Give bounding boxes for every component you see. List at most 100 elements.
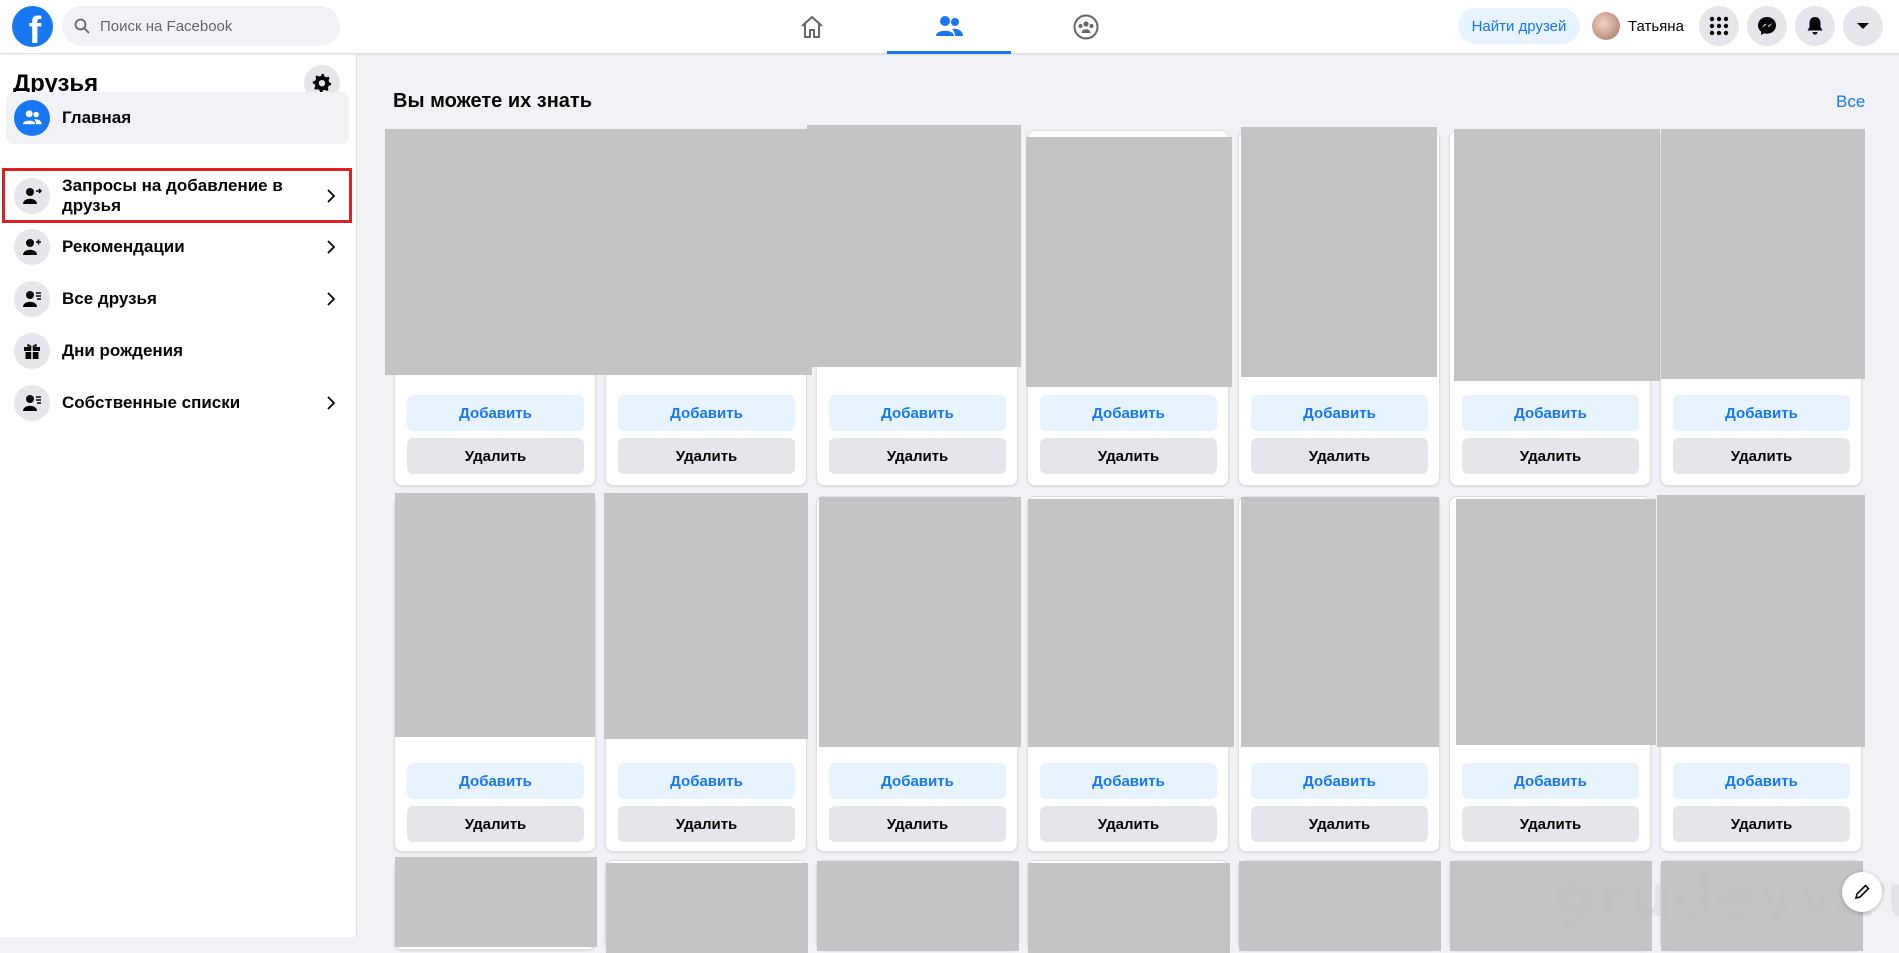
add-friend-button[interactable]: Добавить — [618, 763, 795, 799]
remove-suggestion-button[interactable]: Удалить — [1251, 806, 1428, 842]
profile-photo[interactable] — [1028, 499, 1234, 747]
friend-suggestion-card[interactable]: Добавить Удалить — [385, 129, 603, 486]
remove-suggestion-button[interactable]: Удалить — [1462, 438, 1639, 474]
profile-photo[interactable] — [606, 863, 808, 953]
profile-photo[interactable] — [819, 497, 1021, 747]
sidebar-item-all-friends[interactable]: Все друзья — [6, 273, 349, 325]
profile-photo[interactable] — [817, 861, 1019, 951]
sidebar-item-suggestions[interactable]: Рекомендации — [6, 221, 349, 273]
menu-grid-icon — [1709, 16, 1729, 36]
profile-photo[interactable] — [1661, 129, 1865, 379]
add-friend-button[interactable]: Добавить — [1251, 395, 1428, 431]
sidebar-item-custom-lists[interactable]: Собственные списки — [6, 377, 349, 429]
profile-photo[interactable] — [1239, 861, 1441, 951]
friend-suggestion-card[interactable]: Добавить Удалить — [1238, 496, 1440, 852]
section-title: Вы можете их знать — [393, 90, 593, 112]
sidebar-item-label: Рекомендации — [62, 237, 185, 256]
add-friend-button[interactable]: Добавить — [1040, 395, 1217, 431]
friend-suggestion-card[interactable]: Добавить Удалить — [602, 129, 812, 486]
add-friend-button[interactable]: Добавить — [407, 763, 584, 799]
tab-groups[interactable] — [1024, 0, 1148, 54]
profile-photo[interactable] — [1241, 127, 1437, 377]
menu-button[interactable] — [1699, 6, 1739, 46]
remove-suggestion-button[interactable]: Удалить — [1673, 438, 1850, 474]
add-friend-button[interactable]: Добавить — [1462, 395, 1639, 431]
remove-suggestion-button[interactable]: Удалить — [829, 438, 1006, 474]
profile-photo[interactable] — [1241, 497, 1439, 747]
chevron-right-icon — [321, 393, 341, 413]
profile-photo[interactable] — [807, 125, 1021, 367]
remove-suggestion-button[interactable]: Удалить — [407, 438, 584, 474]
facebook-logo[interactable]: f — [12, 6, 53, 47]
friend-suggestion-card[interactable]: Добавить Удалить — [1657, 495, 1865, 852]
friend-suggestion-card[interactable]: Добавить Удалить — [1027, 496, 1234, 852]
messenger-button[interactable] — [1747, 6, 1787, 46]
remove-suggestion-button[interactable]: Удалить — [1040, 806, 1217, 842]
remove-suggestion-button[interactable]: Удалить — [1462, 806, 1639, 842]
messenger-icon — [1758, 17, 1776, 35]
find-friends-button[interactable]: Найти друзей — [1458, 8, 1580, 44]
profile-photo[interactable] — [1454, 129, 1660, 381]
profile-photo[interactable] — [604, 493, 808, 739]
tab-home[interactable] — [750, 0, 874, 54]
chevron-right-icon — [321, 237, 341, 257]
friend-suggestion-card[interactable]: Добавить Удалить — [604, 493, 808, 852]
remove-suggestion-button[interactable]: Удалить — [829, 806, 1006, 842]
profile-shortcut[interactable]: Татьяна — [1586, 8, 1690, 44]
user-list-icon — [14, 281, 50, 317]
add-friend-button[interactable]: Добавить — [829, 763, 1006, 799]
friends-icon — [14, 100, 50, 136]
profile-photo[interactable] — [385, 129, 603, 375]
left-sidebar: Друзья Главная Запросы на добавление в д… — [0, 54, 357, 937]
search-input[interactable] — [98, 16, 318, 36]
add-friend-button[interactable]: Добавить — [618, 395, 795, 431]
remove-suggestion-button[interactable]: Удалить — [407, 806, 584, 842]
profile-photo[interactable] — [1657, 495, 1865, 747]
friend-suggestion-card[interactable]: Добавить Удалить — [1238, 127, 1440, 486]
search-box[interactable] — [62, 6, 340, 46]
add-friend-button[interactable]: Добавить — [407, 395, 584, 431]
notifications-button[interactable] — [1795, 6, 1835, 46]
profile-photo[interactable] — [602, 129, 812, 375]
sidebar-item-birthdays[interactable]: Дни рождения — [6, 325, 349, 377]
remove-suggestion-button[interactable]: Удалить — [618, 438, 795, 474]
sidebar-item-home[interactable]: Главная — [6, 92, 349, 144]
user-list-icon — [14, 385, 50, 421]
profile-photo[interactable] — [1028, 863, 1230, 953]
search-icon — [74, 18, 90, 34]
friend-suggestion-card[interactable]: Добавить Удалить — [1449, 129, 1660, 486]
add-friend-button[interactable]: Добавить — [1462, 763, 1639, 799]
add-friend-button[interactable]: Добавить — [1673, 395, 1850, 431]
friend-suggestion-card[interactable]: Добавить Удалить — [1449, 496, 1656, 852]
friend-suggestion-card[interactable]: Добавить Удалить — [816, 496, 1021, 852]
friend-suggestion-card[interactable]: Добавить Удалить — [1026, 130, 1232, 486]
remove-suggestion-button[interactable]: Удалить — [1673, 806, 1850, 842]
caret-down-icon — [1857, 23, 1869, 29]
new-message-button[interactable] — [1842, 872, 1882, 912]
profile-photo[interactable] — [395, 857, 597, 947]
home-icon — [801, 16, 823, 38]
sidebar-item-friend-requests[interactable]: Запросы на добавление в друзья — [6, 171, 349, 221]
remove-suggestion-button[interactable]: Удалить — [618, 806, 795, 842]
friend-suggestion-card[interactable]: Добавить Удалить — [1660, 129, 1865, 486]
friend-suggestion-card[interactable]: Добавить Удалить — [394, 493, 596, 852]
edit-icon — [1854, 884, 1870, 900]
user-plus-icon — [14, 229, 50, 265]
remove-suggestion-button[interactable]: Удалить — [1040, 438, 1217, 474]
add-friend-button[interactable]: Добавить — [1673, 763, 1850, 799]
see-all-link[interactable]: Все — [1836, 92, 1865, 112]
top-navigation-bar: f Найти друзей Татьяна — [0, 0, 1899, 54]
remove-suggestion-button[interactable]: Удалить — [1251, 438, 1428, 474]
account-button[interactable] — [1843, 6, 1883, 46]
avatar — [1592, 12, 1620, 40]
user-name: Татьяна — [1628, 17, 1684, 35]
add-friend-button[interactable]: Добавить — [829, 395, 1006, 431]
friend-suggestion-card[interactable]: Добавить Удалить — [807, 125, 1021, 486]
add-friend-button[interactable]: Добавить — [1251, 763, 1428, 799]
profile-photo[interactable] — [1456, 499, 1656, 745]
add-friend-button[interactable]: Добавить — [1040, 763, 1217, 799]
profile-photo[interactable] — [395, 493, 595, 737]
profile-photo[interactable] — [1026, 137, 1232, 387]
tab-friends[interactable] — [887, 0, 1011, 54]
friends-icon — [936, 16, 963, 36]
